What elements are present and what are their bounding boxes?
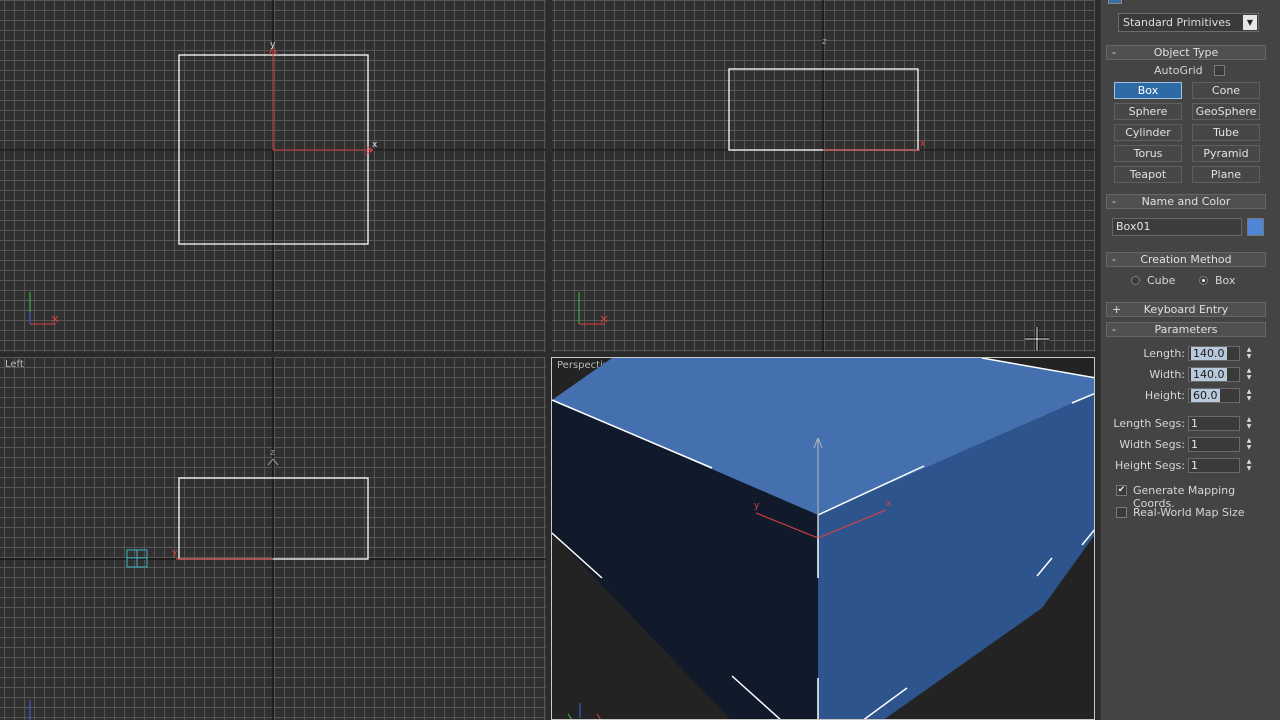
rollout-parameters[interactable]: - Parameters — [1106, 322, 1266, 337]
real-world-map-label: Real-World Map Size — [1133, 506, 1245, 519]
box-radio[interactable] — [1199, 276, 1208, 285]
axis-label-y: y — [172, 548, 178, 558]
autogrid-checkbox[interactable] — [1214, 65, 1225, 76]
tube-button[interactable]: Tube — [1192, 124, 1260, 141]
dropdown-value: Standard Primitives — [1123, 16, 1231, 29]
object-color-swatch[interactable] — [1247, 218, 1264, 236]
cube-radio-label: Cube — [1147, 274, 1176, 287]
rollout-title: Keyboard Entry — [1143, 303, 1229, 316]
rollout-keyboard-entry[interactable]: + Keyboard Entry — [1106, 302, 1266, 317]
expand-icon[interactable]: + — [1112, 303, 1121, 316]
camera-icon — [126, 549, 148, 568]
length-label: Length: — [1143, 347, 1185, 360]
rollout-name-and-color[interactable]: - Name and Color — [1106, 194, 1266, 209]
viewport-front-canvas: x z — [552, 0, 1095, 352]
width-input[interactable]: 140.0 — [1188, 367, 1240, 382]
create-tab-icon[interactable] — [1108, 0, 1122, 4]
rollout-title: Object Type — [1153, 46, 1219, 59]
viewport-front[interactable]: x z — [552, 0, 1095, 352]
axis-label-z: z — [270, 448, 275, 458]
box-radio-label: Box — [1215, 274, 1236, 287]
viewport-top-canvas: x y — [0, 0, 546, 352]
box-button[interactable]: Box — [1114, 82, 1182, 99]
length-segs-input[interactable]: 1 — [1188, 416, 1240, 431]
command-panel: Standard Primitives ▼ - Object Type Auto… — [1100, 0, 1280, 720]
axis-label-y: y — [270, 40, 276, 50]
crosshair-cursor-icon — [1025, 327, 1049, 351]
collapse-icon[interactable]: - — [1112, 323, 1116, 336]
length-segs-label: Length Segs: — [1113, 417, 1185, 430]
height-segs-input[interactable]: 1 — [1188, 458, 1240, 473]
pyramid-button[interactable]: Pyramid — [1192, 145, 1260, 162]
generate-mapping-checkbox[interactable]: ✔ — [1116, 485, 1127, 496]
height-label: Height: — [1144, 389, 1185, 402]
length-segs-spinner[interactable]: ▲ ▼ — [1245, 416, 1253, 430]
axis-label-x: x — [920, 139, 926, 149]
world-axis-icon — [578, 292, 608, 325]
width-label: Width: — [1149, 368, 1185, 381]
teapot-button[interactable]: Teapot — [1114, 166, 1182, 183]
world-axis-icon — [567, 703, 601, 719]
torus-button[interactable]: Torus — [1114, 145, 1182, 162]
rollout-object-type[interactable]: - Object Type — [1106, 45, 1266, 60]
collapse-icon[interactable]: - — [1112, 195, 1116, 208]
viewport-top[interactable]: x y — [0, 0, 546, 352]
axis-label-z: z — [822, 37, 827, 47]
width-segs-input[interactable]: 1 — [1188, 437, 1240, 452]
real-world-map-checkbox[interactable] — [1116, 507, 1127, 518]
width-segs-spinner[interactable]: ▲ ▼ — [1245, 437, 1253, 451]
cube-radio[interactable] — [1131, 276, 1140, 285]
collapse-icon[interactable]: - — [1112, 253, 1116, 266]
geosphere-button[interactable]: GeoSphere — [1192, 103, 1260, 120]
rollout-title: Creation Method — [1140, 253, 1232, 266]
primitive-category-dropdown[interactable]: Standard Primitives ▼ — [1118, 13, 1259, 32]
object-name-input[interactable]: Box01 — [1112, 218, 1242, 236]
height-segs-spinner[interactable]: ▲ ▼ — [1245, 458, 1253, 472]
axis-label-x: x — [372, 140, 378, 150]
length-input[interactable]: 140.0 — [1188, 346, 1240, 361]
rollout-title: Name and Color — [1141, 195, 1231, 208]
sphere-button[interactable]: Sphere — [1114, 103, 1182, 120]
viewport-left-canvas: y z — [0, 357, 546, 720]
chevron-down-icon[interactable]: ▼ — [1243, 15, 1257, 30]
collapse-icon[interactable]: - — [1112, 46, 1116, 59]
cone-button[interactable]: Cone — [1192, 82, 1260, 99]
width-value: 140.0 — [1191, 368, 1227, 381]
height-segs-label: Height Segs: — [1114, 459, 1185, 472]
axis-label-x: x — [886, 499, 892, 509]
transform-gizmo — [268, 46, 374, 155]
world-axis-icon — [29, 292, 59, 325]
height-input[interactable]: 60.0 — [1188, 388, 1240, 403]
length-value: 140.0 — [1191, 347, 1227, 360]
rollout-creation-method[interactable]: - Creation Method — [1106, 252, 1266, 267]
viewport-left[interactable]: Left y z — [0, 357, 546, 720]
plane-button[interactable]: Plane — [1192, 166, 1260, 183]
viewport-perspective-canvas: x y — [552, 358, 1094, 719]
width-spinner[interactable]: ▲ ▼ — [1245, 367, 1253, 381]
cylinder-button[interactable]: Cylinder — [1114, 124, 1182, 141]
axis-label-y: y — [754, 501, 760, 511]
rollout-title: Parameters — [1154, 323, 1218, 336]
length-spinner[interactable]: ▲ ▼ — [1245, 346, 1253, 360]
height-spinner[interactable]: ▲ ▼ — [1245, 388, 1253, 402]
viewport-perspective[interactable]: Perspective x y — [551, 357, 1095, 720]
width-segs-label: Width Segs: — [1119, 438, 1185, 451]
autogrid-label: AutoGrid — [1154, 64, 1203, 77]
height-value: 60.0 — [1191, 389, 1220, 402]
